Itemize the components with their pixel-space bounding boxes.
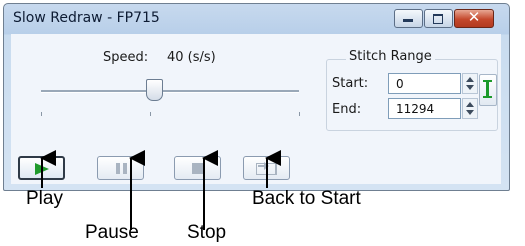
callout-stop: Stop [187,222,227,243]
callout-pause: Pause [85,222,139,243]
callout-back-to-start: Back to Start [252,188,361,209]
callout-play: Play [26,188,63,209]
